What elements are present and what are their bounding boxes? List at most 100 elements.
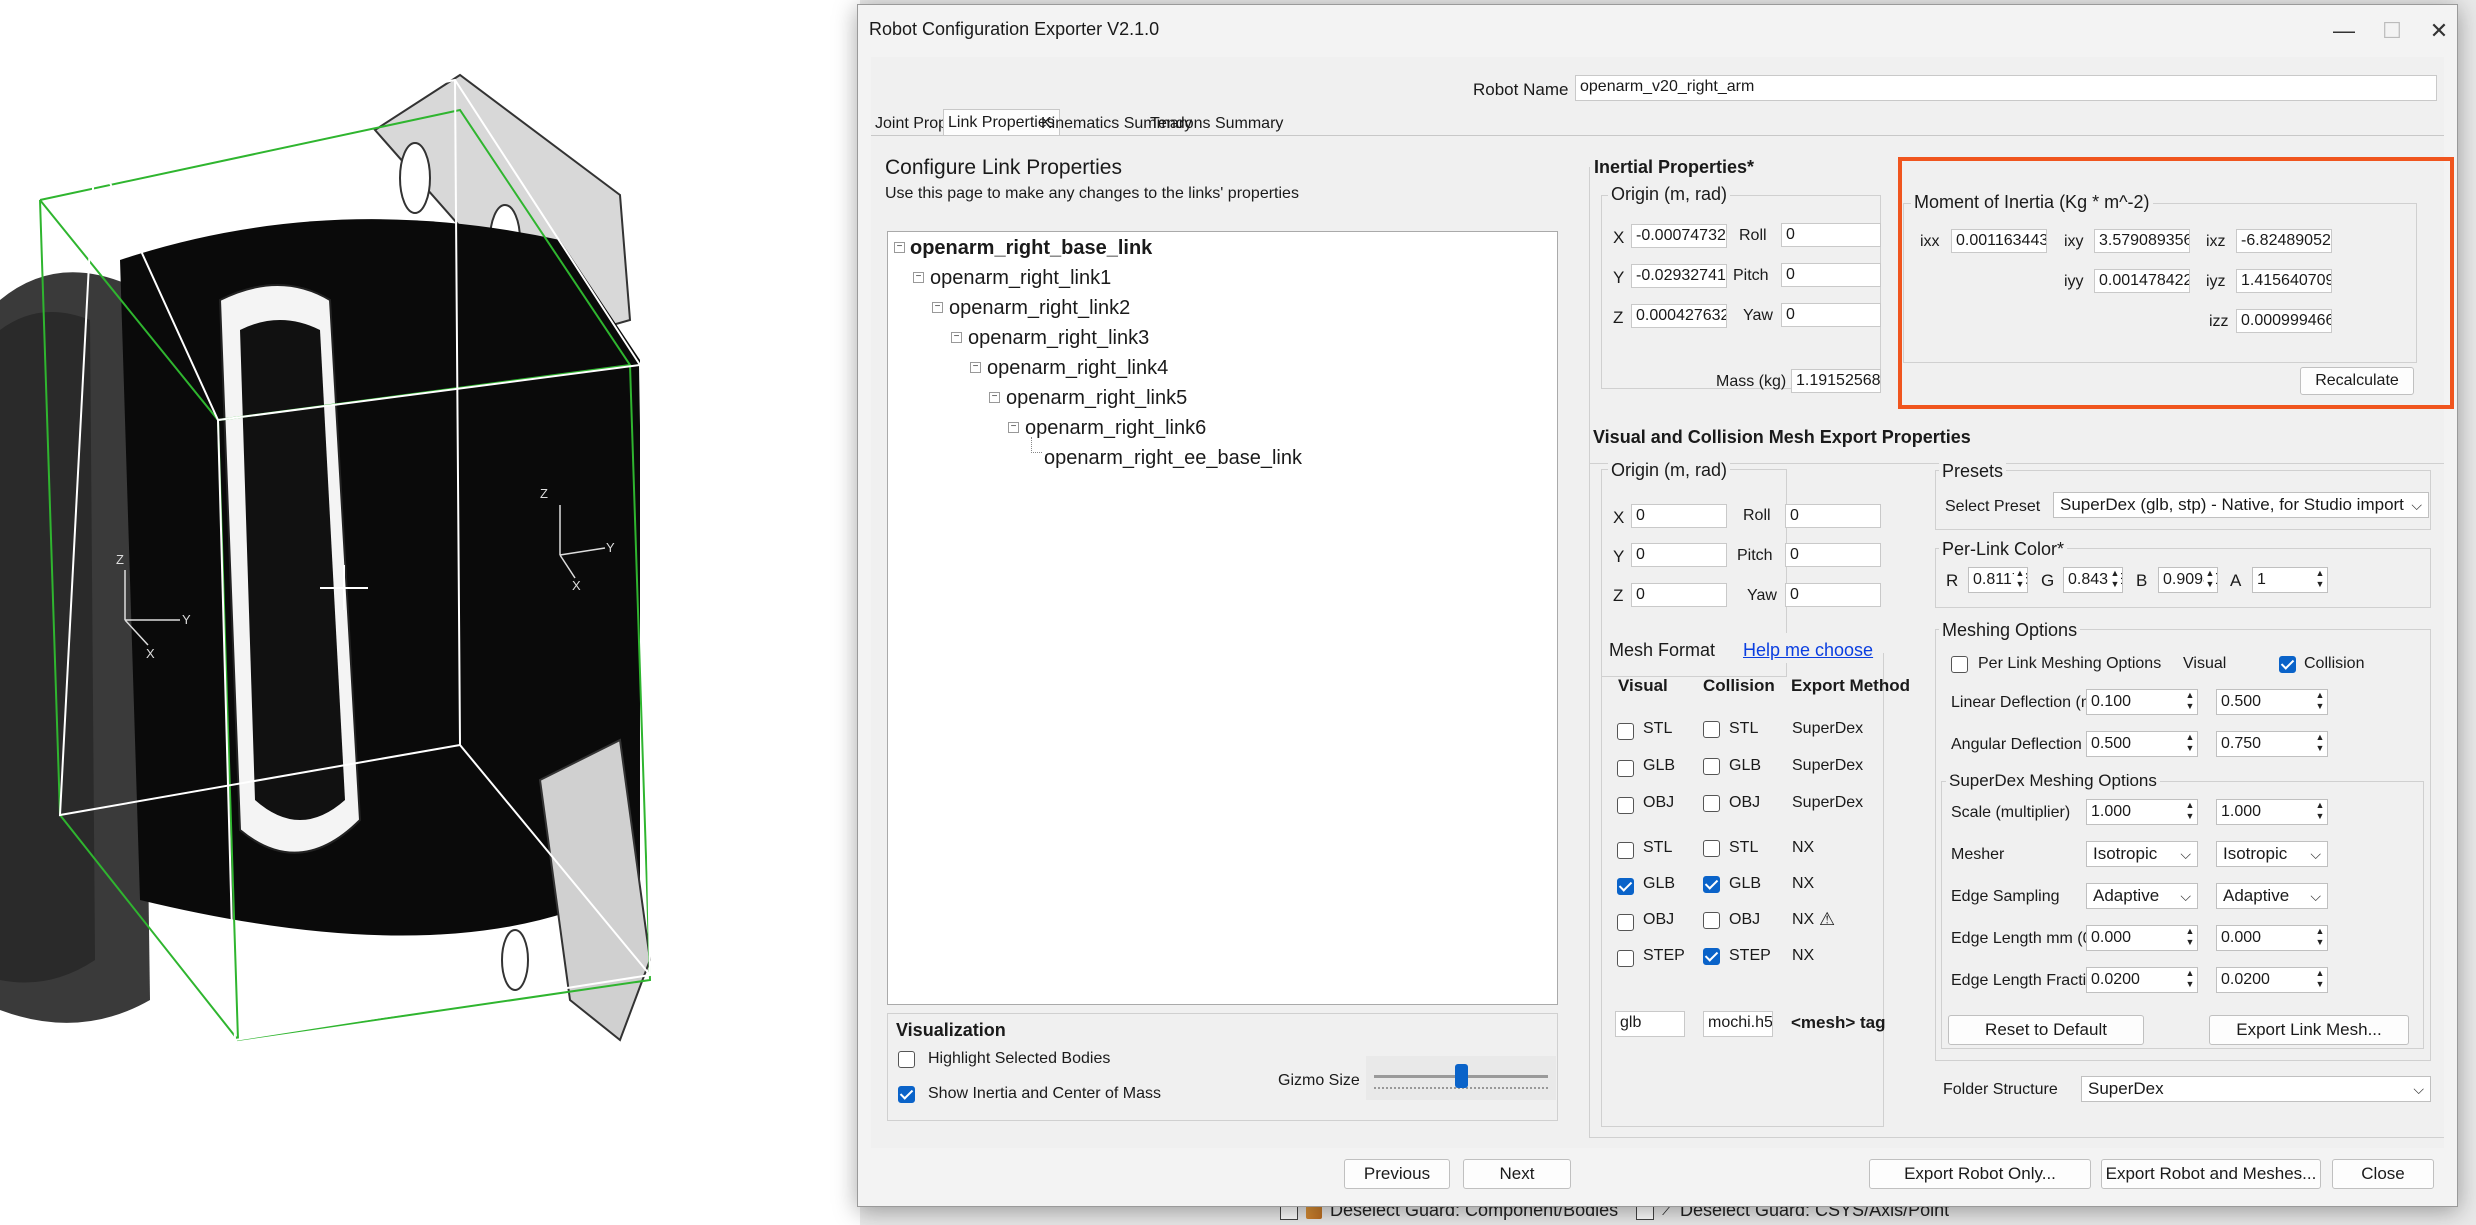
tree-collapse-icon[interactable]: − — [913, 272, 924, 283]
previous-button[interactable]: Previous — [1344, 1159, 1450, 1189]
collision-meshing-checkbox[interactable] — [2279, 656, 2296, 673]
visual-format-checkbox[interactable] — [1617, 842, 1634, 859]
color-r-spinner[interactable]: 0.81176 ▲ ▼ — [1968, 567, 2028, 593]
color-g-spinner[interactable]: 0.84313 ▲ ▼ — [2063, 567, 2123, 593]
visual-format-checkbox[interactable] — [1617, 878, 1634, 895]
visual-format-checkbox[interactable] — [1617, 723, 1634, 740]
collision-format-checkbox[interactable] — [1703, 758, 1720, 775]
close-window-button[interactable]: ✕ — [2414, 13, 2464, 49]
tree-item-link2[interactable]: openarm_right_link2 — [949, 297, 1130, 320]
collision-format-checkbox[interactable] — [1703, 912, 1720, 929]
inertial-z-input[interactable]: 0.000427632 — [1631, 304, 1727, 328]
tree-item-ee-base-link[interactable]: openarm_right_ee_base_link — [1044, 447, 1302, 470]
edge-fraction-collision-spinner[interactable]: 0.0200 ▲ ▼ — [2216, 967, 2328, 993]
spin-arrows-icon[interactable]: ▲ ▼ — [2314, 690, 2326, 714]
inertial-y-input[interactable]: -0.02932741 — [1631, 264, 1727, 288]
collision-format-checkbox[interactable] — [1703, 876, 1720, 893]
tree-collapse-icon[interactable]: − — [1008, 422, 1019, 433]
tree-item-link5[interactable]: openarm_right_link5 — [1006, 387, 1187, 410]
reset-to-default-button[interactable]: Reset to Default — [1948, 1015, 2144, 1045]
color-b-spinner[interactable]: 0.90980 ▲ ▼ — [2158, 567, 2218, 593]
per-link-meshing-checkbox[interactable] — [1951, 656, 1968, 673]
tree-collapse-icon[interactable]: − — [932, 302, 943, 313]
visual-format-checkbox[interactable] — [1617, 797, 1634, 814]
spin-arrows-icon[interactable]: ▲ ▼ — [2184, 800, 2196, 824]
close-button[interactable]: Close — [2332, 1159, 2434, 1189]
linear-collision-spinner[interactable]: 0.500 ▲ ▼ — [2216, 689, 2328, 715]
minimize-button[interactable]: — — [2319, 13, 2369, 49]
linear-visual-spinner[interactable]: 0.100 ▲ ▼ — [2086, 689, 2198, 715]
mesh-x-input[interactable]: 0 — [1631, 504, 1727, 528]
visual-format-checkbox[interactable] — [1617, 950, 1634, 967]
export-robot-meshes-button[interactable]: Export Robot and Meshes... — [2101, 1159, 2321, 1189]
highlight-bodies-checkbox[interactable] — [898, 1051, 915, 1068]
inertial-roll-input[interactable]: 0 — [1781, 223, 1881, 247]
collision-format-checkbox[interactable] — [1703, 795, 1720, 812]
tree-collapse-icon[interactable]: − — [970, 362, 981, 373]
spin-arrows-icon[interactable]: ▲ ▼ — [2014, 568, 2026, 592]
edge-fraction-visual-spinner[interactable]: 0.0200 ▲ ▼ — [2086, 967, 2198, 993]
mass-input[interactable]: 1.191525683 — [1791, 369, 1881, 393]
tree-item-link6[interactable]: openarm_right_link6 — [1025, 417, 1206, 440]
spin-arrows-icon[interactable]: ▲ ▼ — [2314, 732, 2326, 756]
inertial-yaw-input[interactable]: 0 — [1781, 303, 1881, 327]
angular-visual-spinner[interactable]: 0.500 ▲ ▼ — [2086, 731, 2198, 757]
gizmo-size-slider[interactable] — [1366, 1056, 1556, 1100]
mesh-yaw-input[interactable]: 0 — [1785, 583, 1881, 607]
collision-format-checkbox[interactable] — [1703, 721, 1720, 738]
robot-name-input[interactable]: openarm_v20_right_arm — [1575, 75, 2437, 101]
tree-collapse-icon[interactable]: − — [951, 332, 962, 343]
scale-visual-spinner[interactable]: 1.000 ▲ ▼ — [2086, 799, 2198, 825]
select-preset-dropdown[interactable]: SuperDex (glb, stp) - Native, for Studio… — [2053, 492, 2429, 518]
spin-arrows-icon[interactable]: ▲ ▼ — [2314, 968, 2326, 992]
edge-length-collision-spinner[interactable]: 0.000 ▲ ▼ — [2216, 925, 2328, 951]
spin-arrows-icon[interactable]: ▲ ▼ — [2109, 568, 2121, 592]
sampling-visual-dropdown[interactable]: Adaptive ⌵ — [2086, 883, 2198, 909]
title-bar[interactable]: Robot Configuration Exporter V2.1.0 — ☐ … — [858, 5, 2457, 57]
inertial-x-input[interactable]: -0.00074732 — [1631, 224, 1727, 248]
folder-structure-dropdown[interactable]: SuperDex ⌵ — [2081, 1076, 2431, 1102]
collision-tag-input[interactable]: mochi.h5 — [1703, 1011, 1773, 1037]
inertial-pitch-input[interactable]: 0 — [1781, 263, 1881, 287]
tree-collapse-icon[interactable]: − — [989, 392, 1000, 403]
spin-arrows-icon[interactable]: ▲ ▼ — [2314, 568, 2326, 592]
tree-item-base-link[interactable]: openarm_right_base_link — [910, 237, 1152, 260]
tab-tendons-summary[interactable]: Tendons Summary — [1150, 111, 1283, 137]
next-button[interactable]: Next — [1463, 1159, 1571, 1189]
mesh-pitch-input[interactable]: 0 — [1785, 543, 1881, 567]
spin-arrows-icon[interactable]: ▲ ▼ — [2184, 968, 2196, 992]
spin-arrows-icon[interactable]: ▲ ▼ — [2314, 800, 2326, 824]
tree-collapse-icon[interactable]: − — [894, 242, 905, 253]
angular-collision-spinner[interactable]: 0.750 ▲ ▼ — [2216, 731, 2328, 757]
mesher-collision-dropdown[interactable]: Isotropic ⌵ — [2216, 841, 2328, 867]
spin-arrows-icon[interactable]: ▲ ▼ — [2184, 690, 2196, 714]
tree-item-link4[interactable]: openarm_right_link4 — [987, 357, 1168, 380]
tree-item-link3[interactable]: openarm_right_link3 — [968, 327, 1149, 350]
color-a-spinner[interactable]: 1 ▲ ▼ — [2252, 567, 2328, 593]
mesher-visual-dropdown[interactable]: Isotropic ⌵ — [2086, 841, 2198, 867]
show-inertia-checkbox[interactable] — [898, 1086, 915, 1103]
visual-format-checkbox[interactable] — [1617, 914, 1634, 931]
edge-length-visual-spinner[interactable]: 0.000 ▲ ▼ — [2086, 925, 2198, 951]
mesh-z-input[interactable]: 0 — [1631, 583, 1727, 607]
spin-arrows-icon[interactable]: ▲ ▼ — [2314, 926, 2326, 950]
visual-tag-input[interactable]: glb — [1615, 1011, 1685, 1037]
export-robot-only-button[interactable]: Export Robot Only... — [1869, 1159, 2091, 1189]
mesh-y-input[interactable]: 0 — [1631, 543, 1727, 567]
maximize-button[interactable]: ☐ — [2367, 13, 2417, 49]
collision-format-checkbox[interactable] — [1703, 948, 1720, 965]
slider-thumb[interactable] — [1454, 1064, 1468, 1088]
link-tree[interactable]: − openarm_right_base_link − openarm_righ… — [887, 231, 1558, 1005]
spin-arrows-icon[interactable]: ▲ ▼ — [2204, 568, 2216, 592]
mesh-roll-input[interactable]: 0 — [1785, 504, 1881, 528]
scale-collision-spinner[interactable]: 1.000 ▲ ▼ — [2216, 799, 2328, 825]
spin-arrows-icon[interactable]: ▲ ▼ — [2184, 732, 2196, 756]
collision-format-checkbox[interactable] — [1703, 840, 1720, 857]
spin-arrows-icon[interactable]: ▲ ▼ — [2184, 926, 2196, 950]
cad-viewport[interactable]: Z Y X Z Y X — [0, 0, 860, 1225]
visual-format-checkbox[interactable] — [1617, 760, 1634, 777]
sampling-collision-dropdown[interactable]: Adaptive ⌵ — [2216, 883, 2328, 909]
export-link-mesh-button[interactable]: Export Link Mesh... — [2209, 1015, 2409, 1045]
help-me-choose-link[interactable]: Help me choose — [1743, 640, 1873, 661]
tree-item-link1[interactable]: openarm_right_link1 — [930, 267, 1111, 290]
